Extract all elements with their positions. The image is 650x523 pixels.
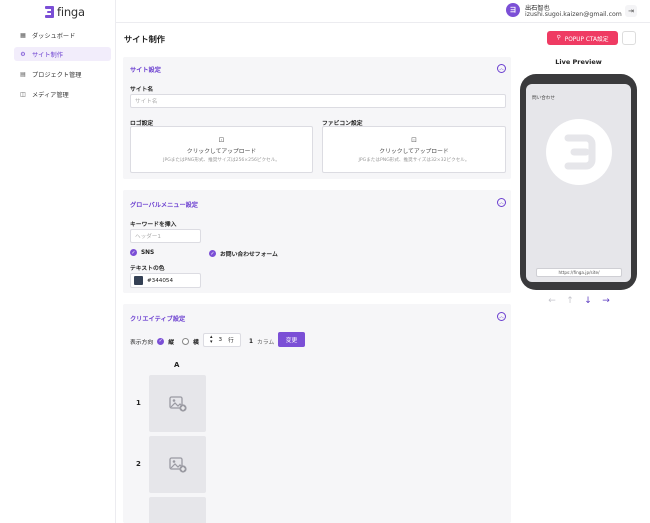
logo-upload-text: クリックしてアップロード (186, 149, 257, 155)
header-divider (116, 22, 650, 23)
contact-form-checkbox[interactable]: ✓ お問い合わせフォーム (209, 249, 278, 258)
row-number-2: 2 (136, 460, 141, 468)
contact-form-label: お問い合わせフォーム (220, 252, 278, 258)
change-button[interactable]: 変更 (278, 332, 305, 347)
columns-unit: カラム (257, 340, 275, 346)
preview-menu-text: 問い合わせ (532, 96, 555, 101)
horizontal-radio[interactable] (182, 337, 190, 345)
row-number-1: 1 (136, 399, 141, 407)
sidebar-item-dashboard[interactable]: ▦ ダッシュボード (14, 28, 111, 42)
favicon-upload[interactable]: ⊡ クリックしてアップロード JPGまたはPNG形式、推奨サイズは32×32ピク… (322, 126, 506, 173)
horizontal-label: 横 (193, 339, 199, 346)
popup-cta-button[interactable]: ⚲ POPUP CTA設定 (547, 31, 618, 45)
preview-url-bar: https://finga.jp/site/ (536, 268, 622, 277)
rows-value: 3 (218, 337, 223, 343)
arrow-up-icon: ↑ (566, 296, 574, 306)
arrow-right-icon: → (602, 296, 610, 306)
arrow-left-icon: ← (548, 296, 556, 306)
creative-cell-a1[interactable] (149, 375, 206, 432)
favicon-upload-hint: JPGまたはPNG形式、推奨サイズは32×32ピクセル。 (358, 158, 470, 163)
brand-logo[interactable]: finga (45, 5, 85, 19)
rows-unit: 行 (228, 338, 234, 344)
creative-cell-a3[interactable] (149, 497, 206, 523)
image-upload-icon: ⊡ (218, 136, 225, 144)
grid-icon: ▦ (20, 31, 26, 39)
sidebar-item-label: サイト制作 (32, 51, 63, 59)
text-color-label: テキストの色 (130, 266, 165, 272)
site-name-label: サイト名 (130, 87, 154, 93)
creative-title: クリエイティブ設定 (130, 316, 186, 323)
text-color-picker[interactable]: #344054 (130, 273, 201, 288)
finga-logo-icon (564, 134, 596, 170)
add-image-icon (168, 456, 187, 473)
favicon-upload-text: クリックしてアップロード (379, 149, 449, 155)
sns-label: SNS (141, 249, 155, 256)
arrow-up-button[interactable]: ↑ (564, 295, 576, 307)
table-icon: ▤ (20, 70, 26, 78)
avatar[interactable]: ヨ (506, 3, 520, 17)
vertical-radio[interactable]: ✓ (157, 337, 165, 345)
vertical-label: 縦 (168, 339, 175, 346)
bell-icon: ⚲ (556, 35, 561, 41)
chevron-up-icon: ︿ (498, 314, 504, 320)
site-settings-collapse-button[interactable]: ︿ (497, 64, 506, 73)
sidebar-item-projects[interactable]: ▤ プロジェクト管理 (14, 67, 111, 81)
columns-value: 1 (249, 338, 254, 345)
keyword-input[interactable]: ヘッダー1 (130, 229, 201, 243)
arrow-right-button[interactable]: → (600, 295, 612, 307)
global-menu-collapse-button[interactable]: ︿ (497, 198, 506, 207)
sidebar-item-label: ダッシュボード (32, 32, 76, 40)
columns-display: 1 カラム (249, 337, 275, 347)
logo-upload[interactable]: ⊡ クリックしてアップロード JPGまたはPNG形式、推奨サイズは256×256… (130, 126, 313, 173)
site-name-input[interactable]: サイト名 (130, 94, 506, 108)
preview-logo-placeholder (546, 119, 612, 185)
rows-stepper[interactable]: ▴ ▾ 3 行 (203, 333, 241, 347)
live-preview-title: Live Preview (555, 58, 602, 66)
text-color-value: #344054 (147, 277, 174, 284)
creative-cell-a2[interactable] (149, 436, 206, 493)
brand-name: finga (57, 5, 85, 19)
column-header-a: A (174, 361, 180, 369)
phone-notch (548, 76, 609, 83)
popup-cta-label: POPUP CTA設定 (564, 36, 609, 43)
page-title: サイト制作 (124, 34, 165, 44)
sidebar-item-site-builder[interactable]: ⚙ サイト制作 (14, 47, 111, 61)
sitemap-icon: ⚙ (20, 50, 26, 58)
keyword-label: キーワードを挿入 (130, 222, 177, 228)
media-icon: ◫ (20, 90, 26, 98)
chevron-up-icon: ︿ (498, 66, 504, 72)
logout-icon: ⇥ (628, 7, 634, 15)
arrow-down-icon: ↓ (584, 296, 592, 306)
check-icon: ✓ (130, 249, 137, 256)
arrow-down-button[interactable]: ↓ (582, 295, 594, 307)
sidebar-item-media[interactable]: ◫ メディア管理 (14, 87, 111, 101)
more-menu-button[interactable] (622, 31, 636, 45)
sns-checkbox[interactable]: ✓ SNS (130, 249, 154, 256)
arrow-left-button[interactable]: ← (546, 295, 558, 307)
site-settings-title: サイト設定 (130, 67, 161, 74)
global-menu-title: グローバルメニュー設定 (130, 202, 198, 209)
sidebar-item-label: プロジェクト管理 (32, 71, 82, 79)
direction-label: 表示方向 (130, 339, 154, 346)
creative-collapse-button[interactable]: ︿ (497, 312, 506, 321)
stepper-arrows-icon: ▴ ▾ (210, 334, 213, 345)
finga-logo-icon (45, 6, 54, 18)
check-icon: ✓ (209, 250, 216, 257)
color-swatch (134, 276, 143, 285)
add-image-icon (168, 395, 187, 412)
user-email: izushi.sugoi.kaizen@gmail.com (525, 11, 622, 18)
sidebar-item-label: メディア管理 (32, 91, 69, 99)
logo-upload-hint: JPGまたはPNG形式、推奨サイズは256×256ピクセル。 (163, 158, 280, 163)
logout-button[interactable]: ⇥ (625, 5, 637, 17)
direction-control: 表示方向 ✓ 縦 横 (130, 336, 199, 346)
chevron-up-icon: ︿ (498, 200, 504, 206)
image-upload-icon: ⊡ (411, 136, 417, 144)
